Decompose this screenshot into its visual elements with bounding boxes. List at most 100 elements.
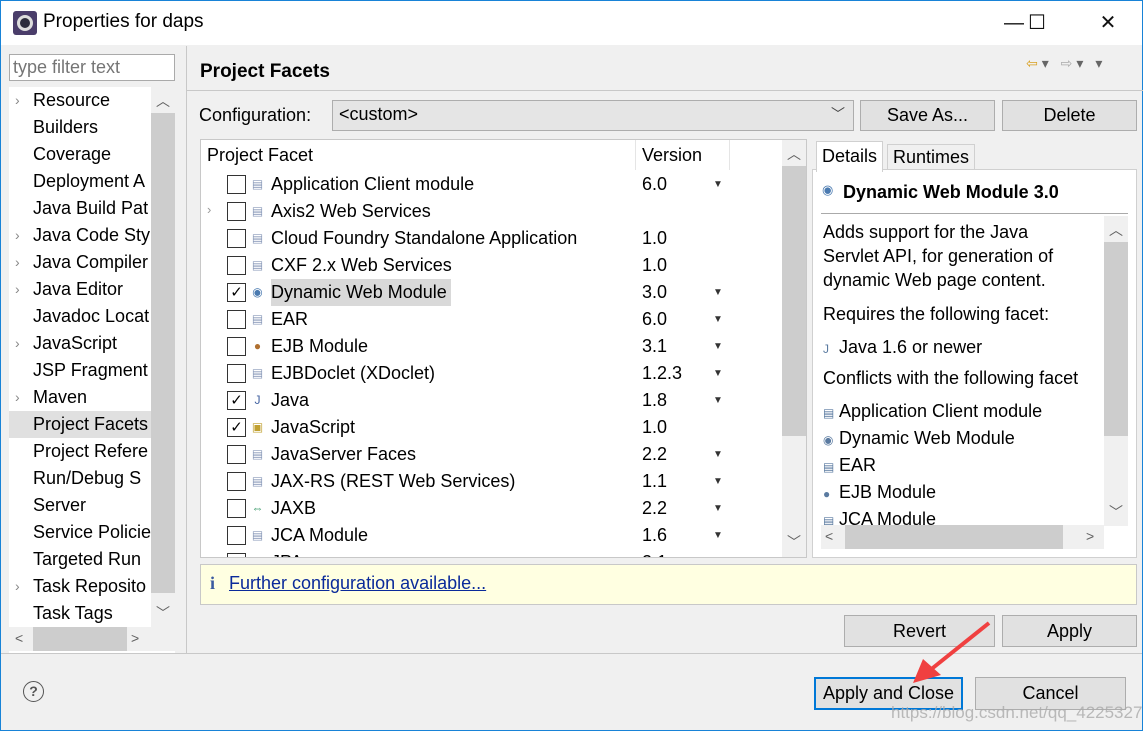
scroll-down-icon[interactable]: ﹀ xyxy=(782,532,806,552)
details-horizontal-scrollbar[interactable]: < > xyxy=(821,525,1104,549)
chevron-right-icon[interactable]: › xyxy=(15,573,20,600)
table-row[interactable]: ✓ ◉ Dynamic Web Module 3.0 ▼ xyxy=(201,279,781,306)
version-dropdown-icon[interactable]: ▼ xyxy=(713,333,723,360)
tree-item[interactable]: Builders xyxy=(9,114,151,141)
tree-item[interactable]: › Java Code Sty xyxy=(9,222,151,249)
back-arrow-icon[interactable]: ⇦ xyxy=(1026,55,1042,71)
tree-horizontal-scrollbar[interactable]: < > xyxy=(9,627,175,651)
facet-version[interactable]: 3.1 xyxy=(642,333,667,360)
tree-item[interactable]: Run/Debug S xyxy=(9,465,151,492)
table-row[interactable]: ▤ EAR 6.0 ▼ xyxy=(201,306,781,333)
tree-item[interactable]: › Resource xyxy=(9,87,151,114)
filter-input[interactable] xyxy=(9,54,175,81)
checkbox[interactable] xyxy=(227,256,246,275)
table-row[interactable]: ▤ Application Client module 6.0 ▼ xyxy=(201,171,781,198)
scroll-up-icon[interactable]: ︿ xyxy=(782,144,806,164)
chevron-right-icon[interactable]: › xyxy=(15,249,20,276)
tree-item[interactable]: Targeted Run xyxy=(9,546,151,573)
scroll-down-icon[interactable]: ﹀ xyxy=(151,603,175,623)
help-icon[interactable]: ? xyxy=(23,681,44,702)
tree-item[interactable]: Javadoc Locat xyxy=(9,303,151,330)
version-dropdown-icon[interactable]: ▼ xyxy=(713,279,723,306)
version-dropdown-icon[interactable]: ▼ xyxy=(713,387,723,414)
scroll-right-icon[interactable]: > xyxy=(1086,528,1094,544)
facet-version[interactable]: 2.2 xyxy=(642,441,667,468)
checkbox[interactable] xyxy=(227,337,246,356)
close-button[interactable]: ✕ xyxy=(1085,1,1131,45)
table-row[interactable]: ▤ Cloud Foundry Standalone Application 1.0 xyxy=(201,225,781,252)
tree-item[interactable]: › Java Editor xyxy=(9,276,151,303)
facet-version[interactable]: 3.0 xyxy=(642,279,667,306)
table-row[interactable]: ✓ J Java 1.8 ▼ xyxy=(201,387,781,414)
delete-button[interactable]: Delete xyxy=(1002,100,1137,131)
chevron-right-icon[interactable]: › xyxy=(15,384,20,411)
tree-item[interactable]: Project Facets xyxy=(9,411,151,438)
tree-item[interactable]: Project Refere xyxy=(9,438,151,465)
table-row[interactable]: ▤ EJBDoclet (XDoclet) 1.2.3 ▼ xyxy=(201,360,781,387)
tree-item[interactable]: Java Build Pat xyxy=(9,195,151,222)
scroll-up-icon[interactable]: ︿ xyxy=(151,91,175,111)
checkbox[interactable] xyxy=(227,553,246,557)
table-row[interactable]: ▤ JAX-RS (REST Web Services) 1.1 ▼ xyxy=(201,468,781,495)
scroll-down-icon[interactable]: ﹀ xyxy=(1104,502,1128,522)
facet-version[interactable]: 1.8 xyxy=(642,387,667,414)
tree-item[interactable]: › Task Reposito xyxy=(9,573,151,600)
checkbox[interactable] xyxy=(227,310,246,329)
version-dropdown-icon[interactable]: ▼ xyxy=(713,360,723,387)
forward-arrow-icon[interactable]: ⇨ xyxy=(1061,55,1077,71)
save-as-button[interactable]: Save As... xyxy=(860,100,995,131)
scroll-thumb[interactable] xyxy=(1104,242,1128,436)
checkbox[interactable] xyxy=(227,175,246,194)
checkbox[interactable] xyxy=(227,229,246,248)
table-row[interactable]: ✓ ▣ JavaScript 1.0 xyxy=(201,414,781,441)
forward-menu-icon[interactable]: ▾ xyxy=(1076,55,1087,71)
version-dropdown-icon[interactable]: ▼ xyxy=(713,468,723,495)
tree-item[interactable]: › Java Compiler xyxy=(9,249,151,276)
tree-item[interactable]: Service Policie xyxy=(9,519,151,546)
version-dropdown-icon[interactable]: ▼ xyxy=(713,306,723,333)
scroll-thumb[interactable] xyxy=(782,166,806,436)
tree-item[interactable]: Server xyxy=(9,492,151,519)
sash-divider[interactable] xyxy=(186,46,187,653)
tree-item[interactable]: Task Tags xyxy=(9,600,151,627)
chevron-right-icon[interactable]: › xyxy=(207,202,211,217)
tab-details[interactable]: Details xyxy=(816,141,884,172)
column-header-version[interactable]: Version xyxy=(636,140,730,170)
facets-vertical-scrollbar[interactable]: ︿ ﹀ xyxy=(782,140,806,557)
facet-version[interactable]: 1.2.3 xyxy=(642,360,682,387)
table-row[interactable]: ▤ CXF 2.x Web Services 1.0 xyxy=(201,252,781,279)
facet-version[interactable]: 2.2 xyxy=(642,495,667,522)
facet-version[interactable]: 1.1 xyxy=(642,468,667,495)
tree-vertical-scrollbar[interactable]: ︿ ﹀ xyxy=(151,87,175,627)
version-dropdown-icon[interactable]: ▼ xyxy=(713,495,723,522)
hscroll-thumb[interactable] xyxy=(33,627,127,651)
chevron-right-icon[interactable]: › xyxy=(15,222,20,249)
configuration-select[interactable]: <custom> ﹀ xyxy=(332,100,854,131)
facet-version[interactable]: 6.0 xyxy=(642,171,667,198)
hscroll-thumb[interactable] xyxy=(845,525,1063,549)
chevron-right-icon[interactable]: › xyxy=(15,276,20,303)
scroll-up-icon[interactable]: ︿ xyxy=(1104,220,1128,240)
checkbox[interactable] xyxy=(227,364,246,383)
checkbox[interactable]: ✓ xyxy=(227,418,246,437)
tree-item[interactable]: › JavaScript xyxy=(9,330,151,357)
facet-version[interactable]: 2.1 xyxy=(642,549,667,557)
table-row[interactable]: › ▤ Axis2 Web Services xyxy=(201,198,781,225)
tree-item[interactable]: Coverage xyxy=(9,141,151,168)
scroll-left-icon[interactable]: < xyxy=(15,630,23,646)
chevron-right-icon[interactable]: › xyxy=(15,87,20,114)
tab-runtimes[interactable]: Runtimes xyxy=(887,144,976,171)
table-row[interactable]: ▤ JavaServer Faces 2.2 ▼ xyxy=(201,441,781,468)
scroll-right-icon[interactable]: > xyxy=(131,630,139,646)
scroll-thumb[interactable] xyxy=(151,113,175,593)
tree-item[interactable]: JSP Fragment xyxy=(9,357,151,384)
checkbox[interactable]: ✓ xyxy=(227,391,246,410)
scroll-left-icon[interactable]: < xyxy=(825,528,833,544)
apply-button[interactable]: Apply xyxy=(1002,615,1137,647)
checkbox[interactable]: ✓ xyxy=(227,283,246,302)
checkbox[interactable] xyxy=(227,526,246,545)
checkbox[interactable] xyxy=(227,202,246,221)
table-row[interactable]: ▤ JCA Module 1.6 ▼ xyxy=(201,522,781,549)
facet-version[interactable]: 1.6 xyxy=(642,522,667,549)
checkbox[interactable] xyxy=(227,445,246,464)
